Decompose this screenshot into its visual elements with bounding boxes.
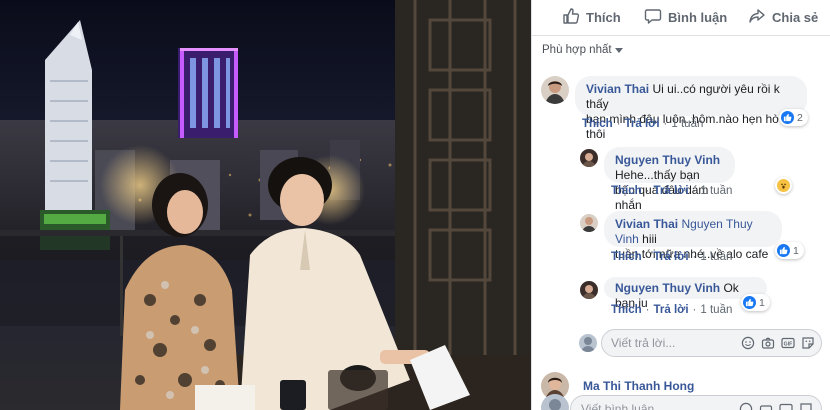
avatar[interactable]: [580, 281, 598, 299]
comment-input[interactable]: Viết bình luận...: [570, 395, 822, 410]
comment-reply-link[interactable]: Trả lời: [625, 118, 660, 130]
comment-reply-link[interactable]: Trả lời: [654, 304, 689, 316]
sticker-icon[interactable]: [801, 336, 815, 350]
comment-timestamp[interactable]: 1 tuần: [700, 185, 732, 197]
avatar[interactable]: [580, 214, 598, 232]
comment-like-link[interactable]: Thích: [611, 185, 642, 197]
reaction-count: 2: [797, 111, 803, 124]
sort-label: Phù hợp nhất: [542, 44, 612, 56]
comment-reply-link[interactable]: Trả lời: [654, 251, 689, 263]
current-user-avatar: [579, 334, 597, 352]
comment-meta: Thích · Trả lời · 1 tuần: [611, 251, 733, 263]
comment-author[interactable]: Ma Thi Thanh Hong: [583, 379, 694, 393]
reaction-summary[interactable]: 1: [741, 294, 770, 311]
like-icon: [781, 111, 794, 124]
comment-input-tools: [739, 402, 813, 410]
night-city-photo: [0, 0, 531, 410]
reaction-summary[interactable]: 2: [779, 109, 808, 126]
comment-timestamp[interactable]: 1 tuần: [700, 304, 732, 316]
comment-text: Hehe...thấy bạn: [615, 168, 700, 182]
comment-meta: Thích · Trả lời · 1 tuần: [582, 118, 704, 130]
caret-down-icon: [614, 48, 623, 53]
reaction-count: 1: [759, 296, 765, 309]
comment-bubble: Nguyen Thuy Vinh Hehe...thấy bạn bận quá…: [604, 147, 735, 212]
comment-author[interactable]: Vivian Thai: [615, 217, 678, 231]
share-button[interactable]: Chia sẻ: [748, 7, 818, 28]
reply-placeholder: Viết trả lời...: [611, 336, 676, 350]
like-button[interactable]: Thích: [562, 7, 621, 28]
reaction-summary[interactable]: 1: [775, 242, 804, 259]
reply-input[interactable]: Viết trả lời... GIF: [601, 329, 822, 357]
comment-like-link[interactable]: Thích: [611, 251, 642, 263]
comment-timestamp[interactable]: 1 tuần: [671, 118, 703, 130]
comment-author[interactable]: Nguyen Thuy Vinh: [615, 153, 720, 167]
avatar[interactable]: [541, 76, 569, 104]
wow-icon: [777, 179, 790, 192]
share-arrow-icon: [748, 7, 766, 28]
comment-author[interactable]: Vivian Thai: [586, 82, 649, 96]
emoji-icon[interactable]: [739, 402, 753, 410]
like-icon: [777, 244, 790, 257]
reaction-summary[interactable]: [775, 177, 792, 194]
comment-timestamp[interactable]: 1 tuần: [700, 251, 732, 263]
comment-button[interactable]: Bình luận: [644, 7, 727, 28]
speech-bubble-icon: [644, 7, 662, 28]
camera-icon[interactable]: [761, 336, 775, 350]
comment-like-link[interactable]: Thích: [582, 118, 613, 130]
emoji-icon[interactable]: [741, 336, 755, 350]
comment-label: Bình luận: [668, 10, 728, 25]
comment-reply-link[interactable]: Trả lời: [654, 185, 689, 197]
comment-meta: Thích · Trả lời · 1 tuần: [611, 304, 733, 316]
gif-icon[interactable]: GIF: [781, 336, 795, 350]
comment-sort-dropdown[interactable]: Phù hợp nhất: [542, 44, 623, 56]
like-label: Thích: [586, 10, 621, 25]
camera-icon[interactable]: [759, 402, 773, 410]
comment-placeholder: Viết bình luận...: [581, 402, 665, 410]
gif-icon[interactable]: [779, 402, 793, 410]
thumbs-up-icon: [562, 7, 580, 28]
comment-bubble: Vivian Thai Nguyen Thuy Vinh hiii tuần t…: [604, 211, 782, 261]
comment-meta: Thích · Trả lời · 1 tuần: [611, 185, 733, 197]
comment-author[interactable]: Nguyen Thuy Vinh: [615, 281, 720, 295]
comment-bubble: Vivian Thai Ui ui..có người yêu rồi k th…: [575, 76, 807, 141]
reaction-count: 1: [793, 244, 799, 257]
avatar[interactable]: [580, 149, 598, 167]
svg-text:GIF: GIF: [784, 342, 793, 348]
post-photo[interactable]: [0, 0, 531, 410]
post-actions-bar: Thích Bình luận Chia sẻ: [532, 0, 830, 36]
like-icon: [743, 296, 756, 309]
reply-input-tools: GIF: [741, 336, 815, 350]
comment-text: hiii: [642, 232, 657, 246]
comment-like-link[interactable]: Thích: [611, 304, 642, 316]
share-label: Chia sẻ: [772, 10, 819, 25]
sticker-icon[interactable]: [799, 402, 813, 410]
